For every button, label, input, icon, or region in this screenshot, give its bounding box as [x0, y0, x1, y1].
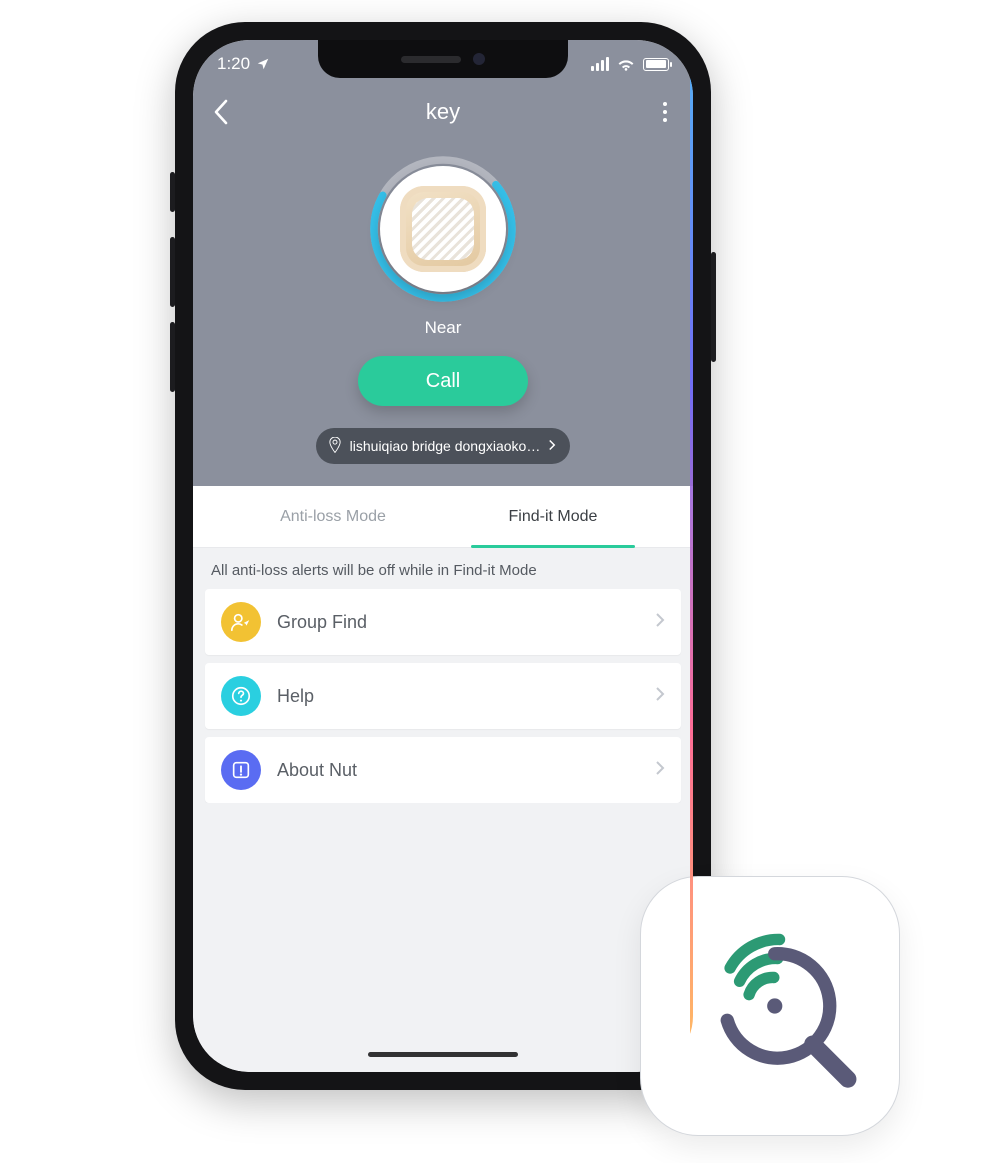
more-button[interactable]	[633, 96, 673, 128]
tab-label: Find-it Mode	[509, 508, 598, 526]
magnifier-icon	[675, 911, 865, 1101]
last-location-pill[interactable]: lishuiqiao bridge dongxiaoko…	[316, 428, 571, 464]
mute-switch	[170, 172, 175, 212]
volume-down	[170, 322, 175, 392]
help-icon	[221, 676, 261, 716]
list-item-label: Help	[277, 686, 639, 707]
info-icon	[221, 750, 261, 790]
chevron-right-icon	[655, 612, 665, 633]
battery-icon	[643, 58, 669, 71]
list-item-help[interactable]: Help	[205, 663, 681, 729]
app-screen: 1:20	[193, 40, 693, 1072]
list-item-group-find[interactable]: Group Find	[205, 589, 681, 655]
proximity-ring	[368, 154, 518, 304]
chevron-right-icon	[655, 686, 665, 707]
power-button	[711, 252, 716, 362]
list-item-label: About Nut	[277, 760, 639, 781]
settings-list: Group Find Help	[193, 589, 693, 803]
tab-find-it[interactable]: Find-it Mode	[443, 486, 663, 547]
chevron-right-icon	[548, 438, 556, 454]
nav-bar: key	[213, 88, 673, 136]
find-it-badge	[640, 876, 900, 1136]
device-hero: key Near Call	[193, 88, 693, 486]
cellular-signal-icon	[591, 57, 609, 71]
home-indicator[interactable]	[193, 1036, 693, 1072]
device-avatar[interactable]	[380, 166, 506, 292]
screen-edge-glow	[690, 40, 693, 1072]
call-button[interactable]: Call	[358, 356, 528, 406]
list-item-about[interactable]: About Nut	[205, 737, 681, 803]
list-item-label: Group Find	[277, 612, 639, 633]
phone-frame: 1:20	[175, 22, 711, 1090]
location-arrow-icon	[256, 57, 270, 71]
tab-anti-loss[interactable]: Anti-loss Mode	[223, 486, 443, 547]
mode-note: All anti-loss alerts will be off while i…	[193, 548, 693, 589]
chevron-right-icon	[655, 760, 665, 781]
content-filler	[193, 803, 693, 1036]
volume-up	[170, 237, 175, 307]
wifi-icon	[617, 57, 635, 71]
status-time: 1:20	[217, 54, 250, 74]
proximity-label: Near	[213, 318, 673, 338]
kebab-icon	[657, 96, 673, 128]
group-find-icon	[221, 602, 261, 642]
notch	[318, 40, 568, 78]
mode-tabs: Anti-loss Mode Find-it Mode	[193, 486, 693, 548]
pin-icon	[328, 437, 342, 456]
page-title: key	[426, 99, 460, 125]
back-button[interactable]	[213, 99, 253, 125]
tab-label: Anti-loss Mode	[280, 508, 386, 526]
location-text: lishuiqiao bridge dongxiaoko…	[350, 438, 541, 454]
